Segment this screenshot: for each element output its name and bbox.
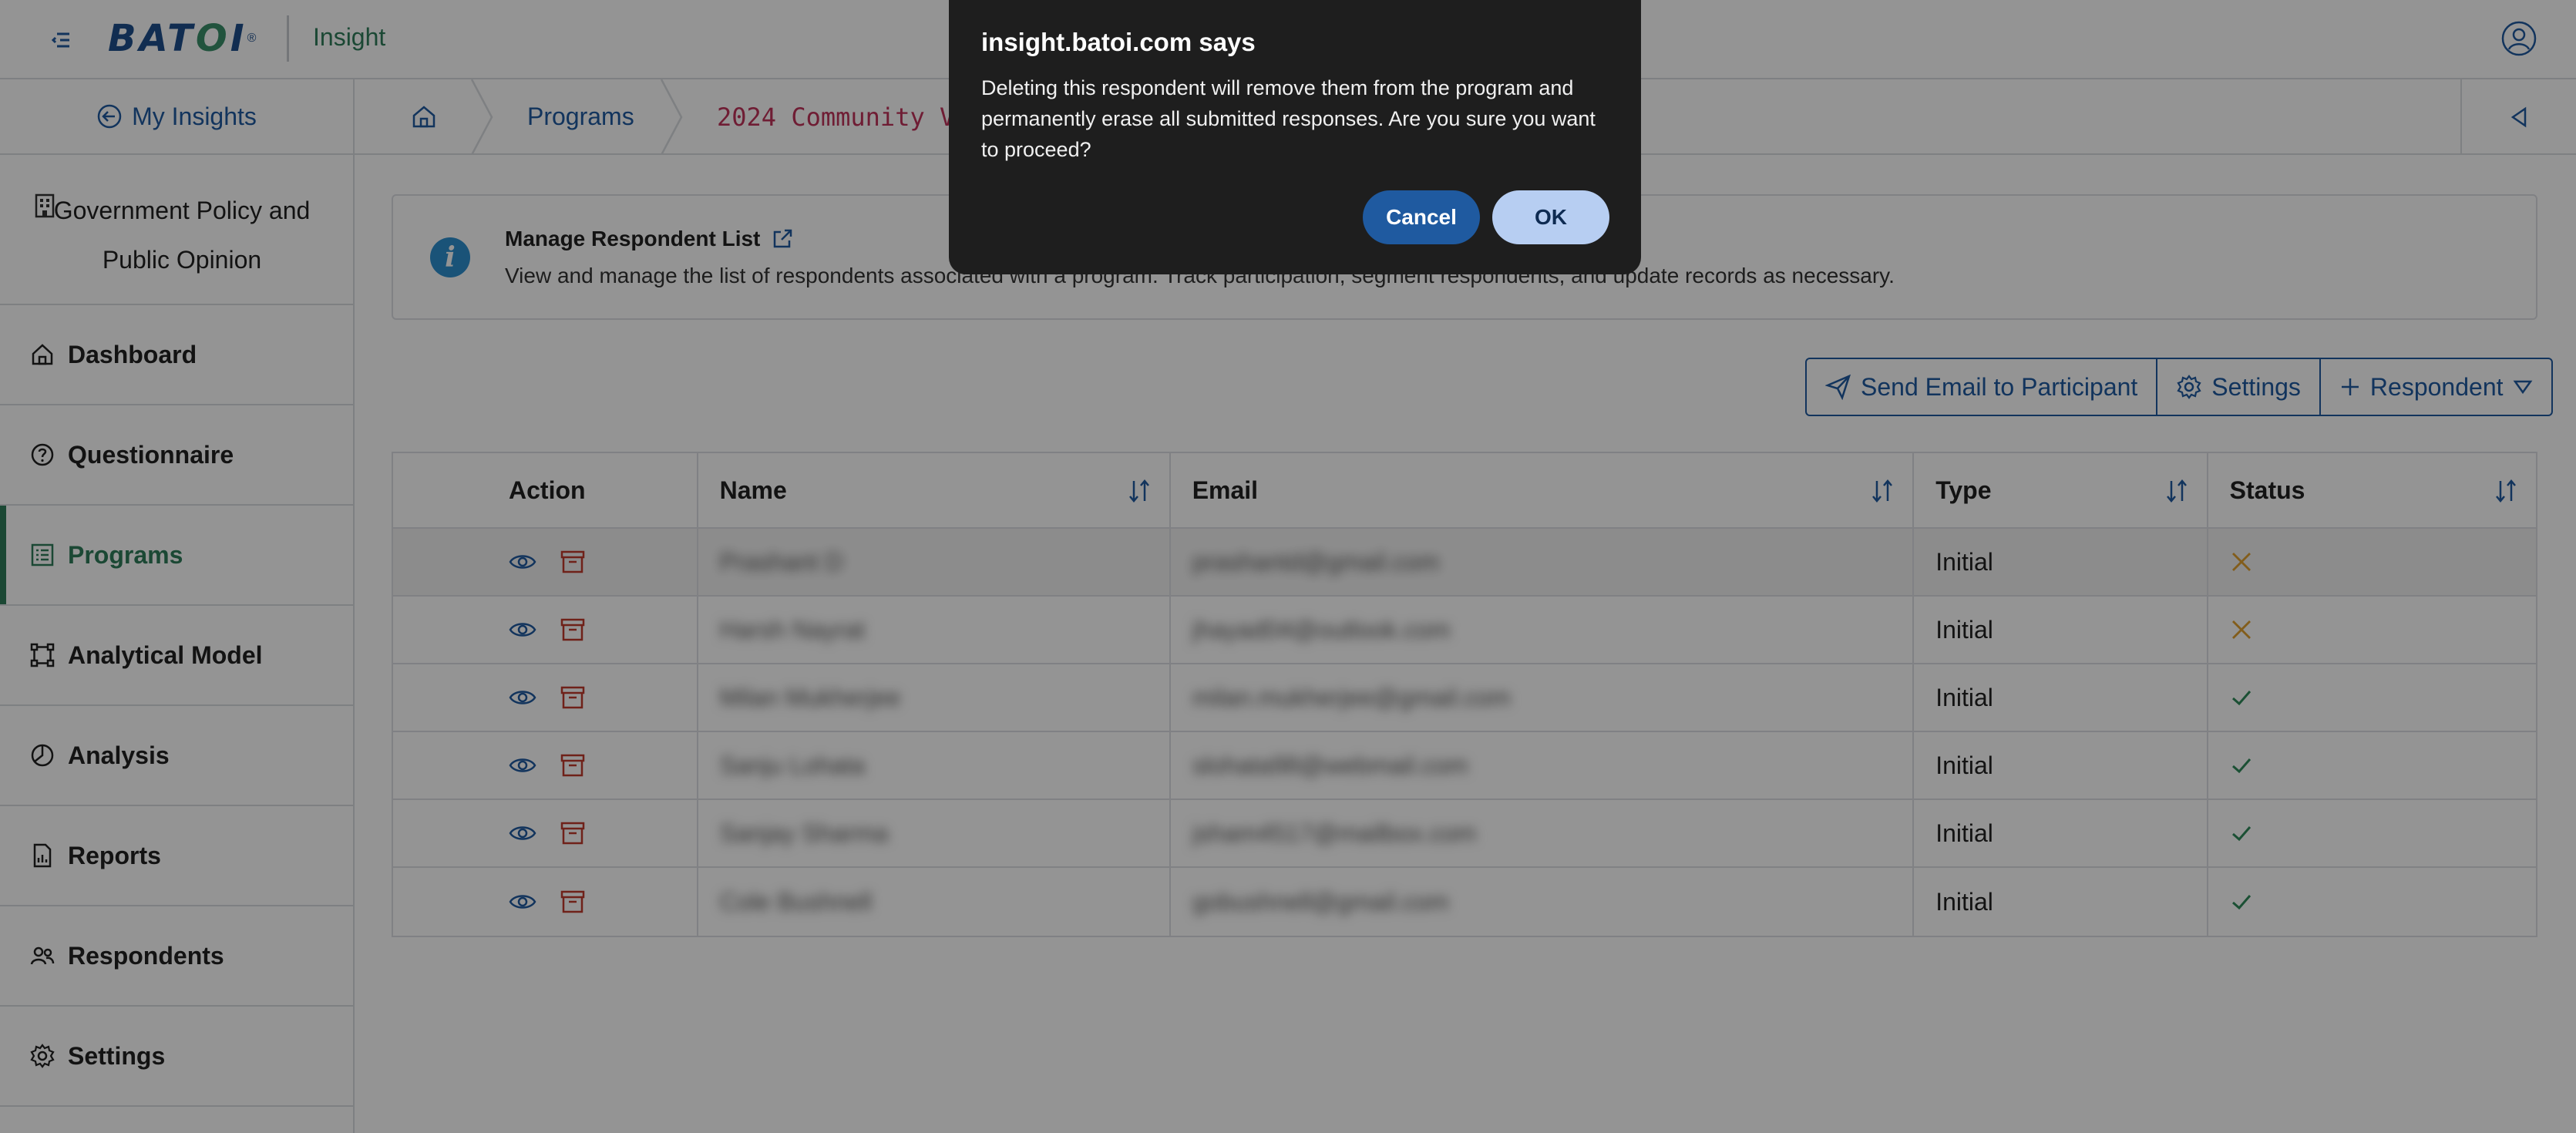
cancel-button[interactable]: Cancel [1363,190,1480,244]
dialog-title: insight.batoi.com says [981,28,1256,56]
ok-button[interactable]: OK [1492,190,1609,244]
confirm-dialog: insight.batoi.com says Deleting this res… [949,0,1641,274]
dialog-message: Deleting this respondent will remove the… [981,76,1596,161]
